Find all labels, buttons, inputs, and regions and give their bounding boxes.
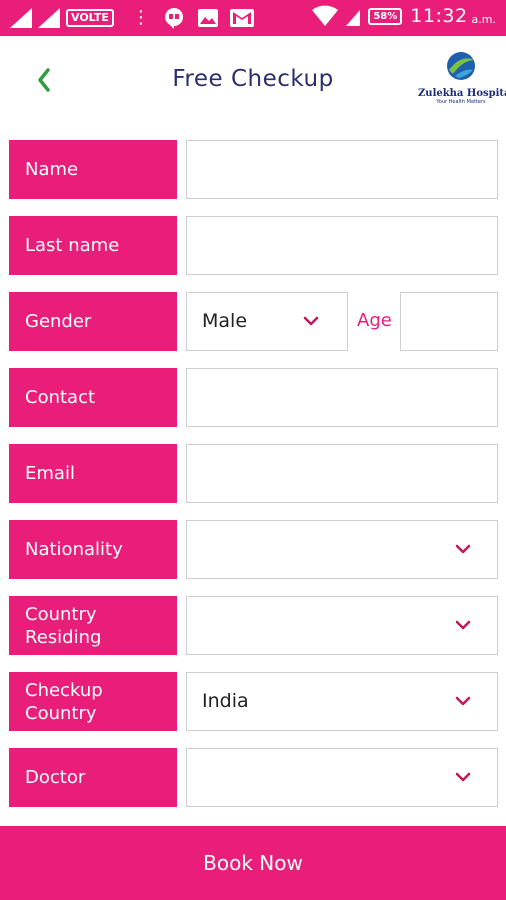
nationality-label: Nationality [9,520,177,579]
gmail-icon [229,9,254,27]
logo-tagline: Your Health Matters [436,99,486,105]
last-name-row: Last name [9,216,498,275]
book-now-button[interactable]: Book Now [0,826,506,900]
name-label: Name [9,140,177,199]
email-input[interactable] [186,444,498,503]
doctor-select[interactable] [186,748,498,807]
clock-ampm: a.m. [471,12,496,26]
checkup-country-row: Checkup Country India [9,672,498,731]
checkup-country-value: India [202,690,249,712]
signal-icon-3 [346,10,361,26]
checkup-country-label: Checkup Country [9,672,177,731]
gender-label: Gender [9,292,177,351]
doctor-label: Doctor [9,748,177,807]
logo-name: Zulekha Hospital [418,88,506,99]
email-row: Email [9,444,498,503]
image-icon [197,9,218,27]
contact-input[interactable] [186,368,498,427]
country-residing-row: Country Residing [9,596,498,655]
signal-icon [10,8,32,28]
wifi-icon [312,5,339,27]
last-name-input[interactable] [186,216,498,275]
signal-icon-2 [38,8,60,28]
chevron-down-icon [455,544,471,554]
gender-value: Male [202,310,248,332]
chevron-down-icon [303,316,319,326]
nationality-row: Nationality [9,520,498,579]
country-residing-select[interactable] [186,596,498,655]
name-input[interactable] [186,140,498,199]
last-name-label: Last name [9,216,177,275]
contact-row: Contact [9,368,498,427]
gender-select[interactable]: Male [186,292,348,351]
chevron-down-icon [455,772,471,782]
battery-indicator: 58% [368,7,403,25]
email-label: Email [9,444,177,503]
app-header: Free Checkup Zulekha Hospital Your Healt… [0,36,506,124]
hangouts-icon [165,8,183,29]
age-label: Age [357,310,392,331]
age-input[interactable] [400,292,498,351]
gender-row: Gender Male Age [9,292,498,351]
clock-time: 11:32 [410,5,468,27]
menu-dots-icon: ⋮ [131,7,150,28]
chevron-down-icon [455,620,471,630]
globe-logo-icon [447,52,475,80]
hospital-logo: Zulekha Hospital Your Health Matters [418,50,506,116]
volte-badge: VOLTE [66,9,114,27]
doctor-row: Doctor [9,748,498,807]
name-row: Name [9,140,498,199]
checkup-country-select[interactable]: India [186,672,498,731]
contact-label: Contact [9,368,177,427]
country-residing-label: Country Residing [9,596,177,655]
nationality-select[interactable] [186,520,498,579]
status-bar: VOLTE ⋮ 58% 11:32 a.m. [0,0,506,36]
chevron-down-icon [455,696,471,706]
